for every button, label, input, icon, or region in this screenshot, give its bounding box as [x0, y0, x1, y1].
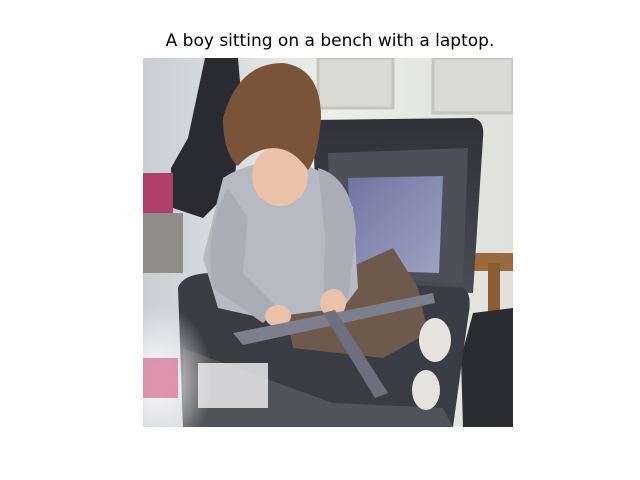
- window-glare: [143, 238, 283, 427]
- photo-illustration: [143, 58, 513, 427]
- image-caption: A boy sitting on a bench with a laptop.: [165, 31, 495, 51]
- pink-object: [143, 173, 173, 218]
- pink-fabric: [143, 358, 178, 398]
- door-panel-left: [316, 58, 395, 110]
- shoe-right: [419, 318, 451, 362]
- figure-canvas: A boy sitting on a bench with a laptop.: [0, 0, 640, 480]
- photo: [143, 58, 513, 427]
- shoe-left: [412, 370, 440, 410]
- door-panel-right: [431, 58, 513, 115]
